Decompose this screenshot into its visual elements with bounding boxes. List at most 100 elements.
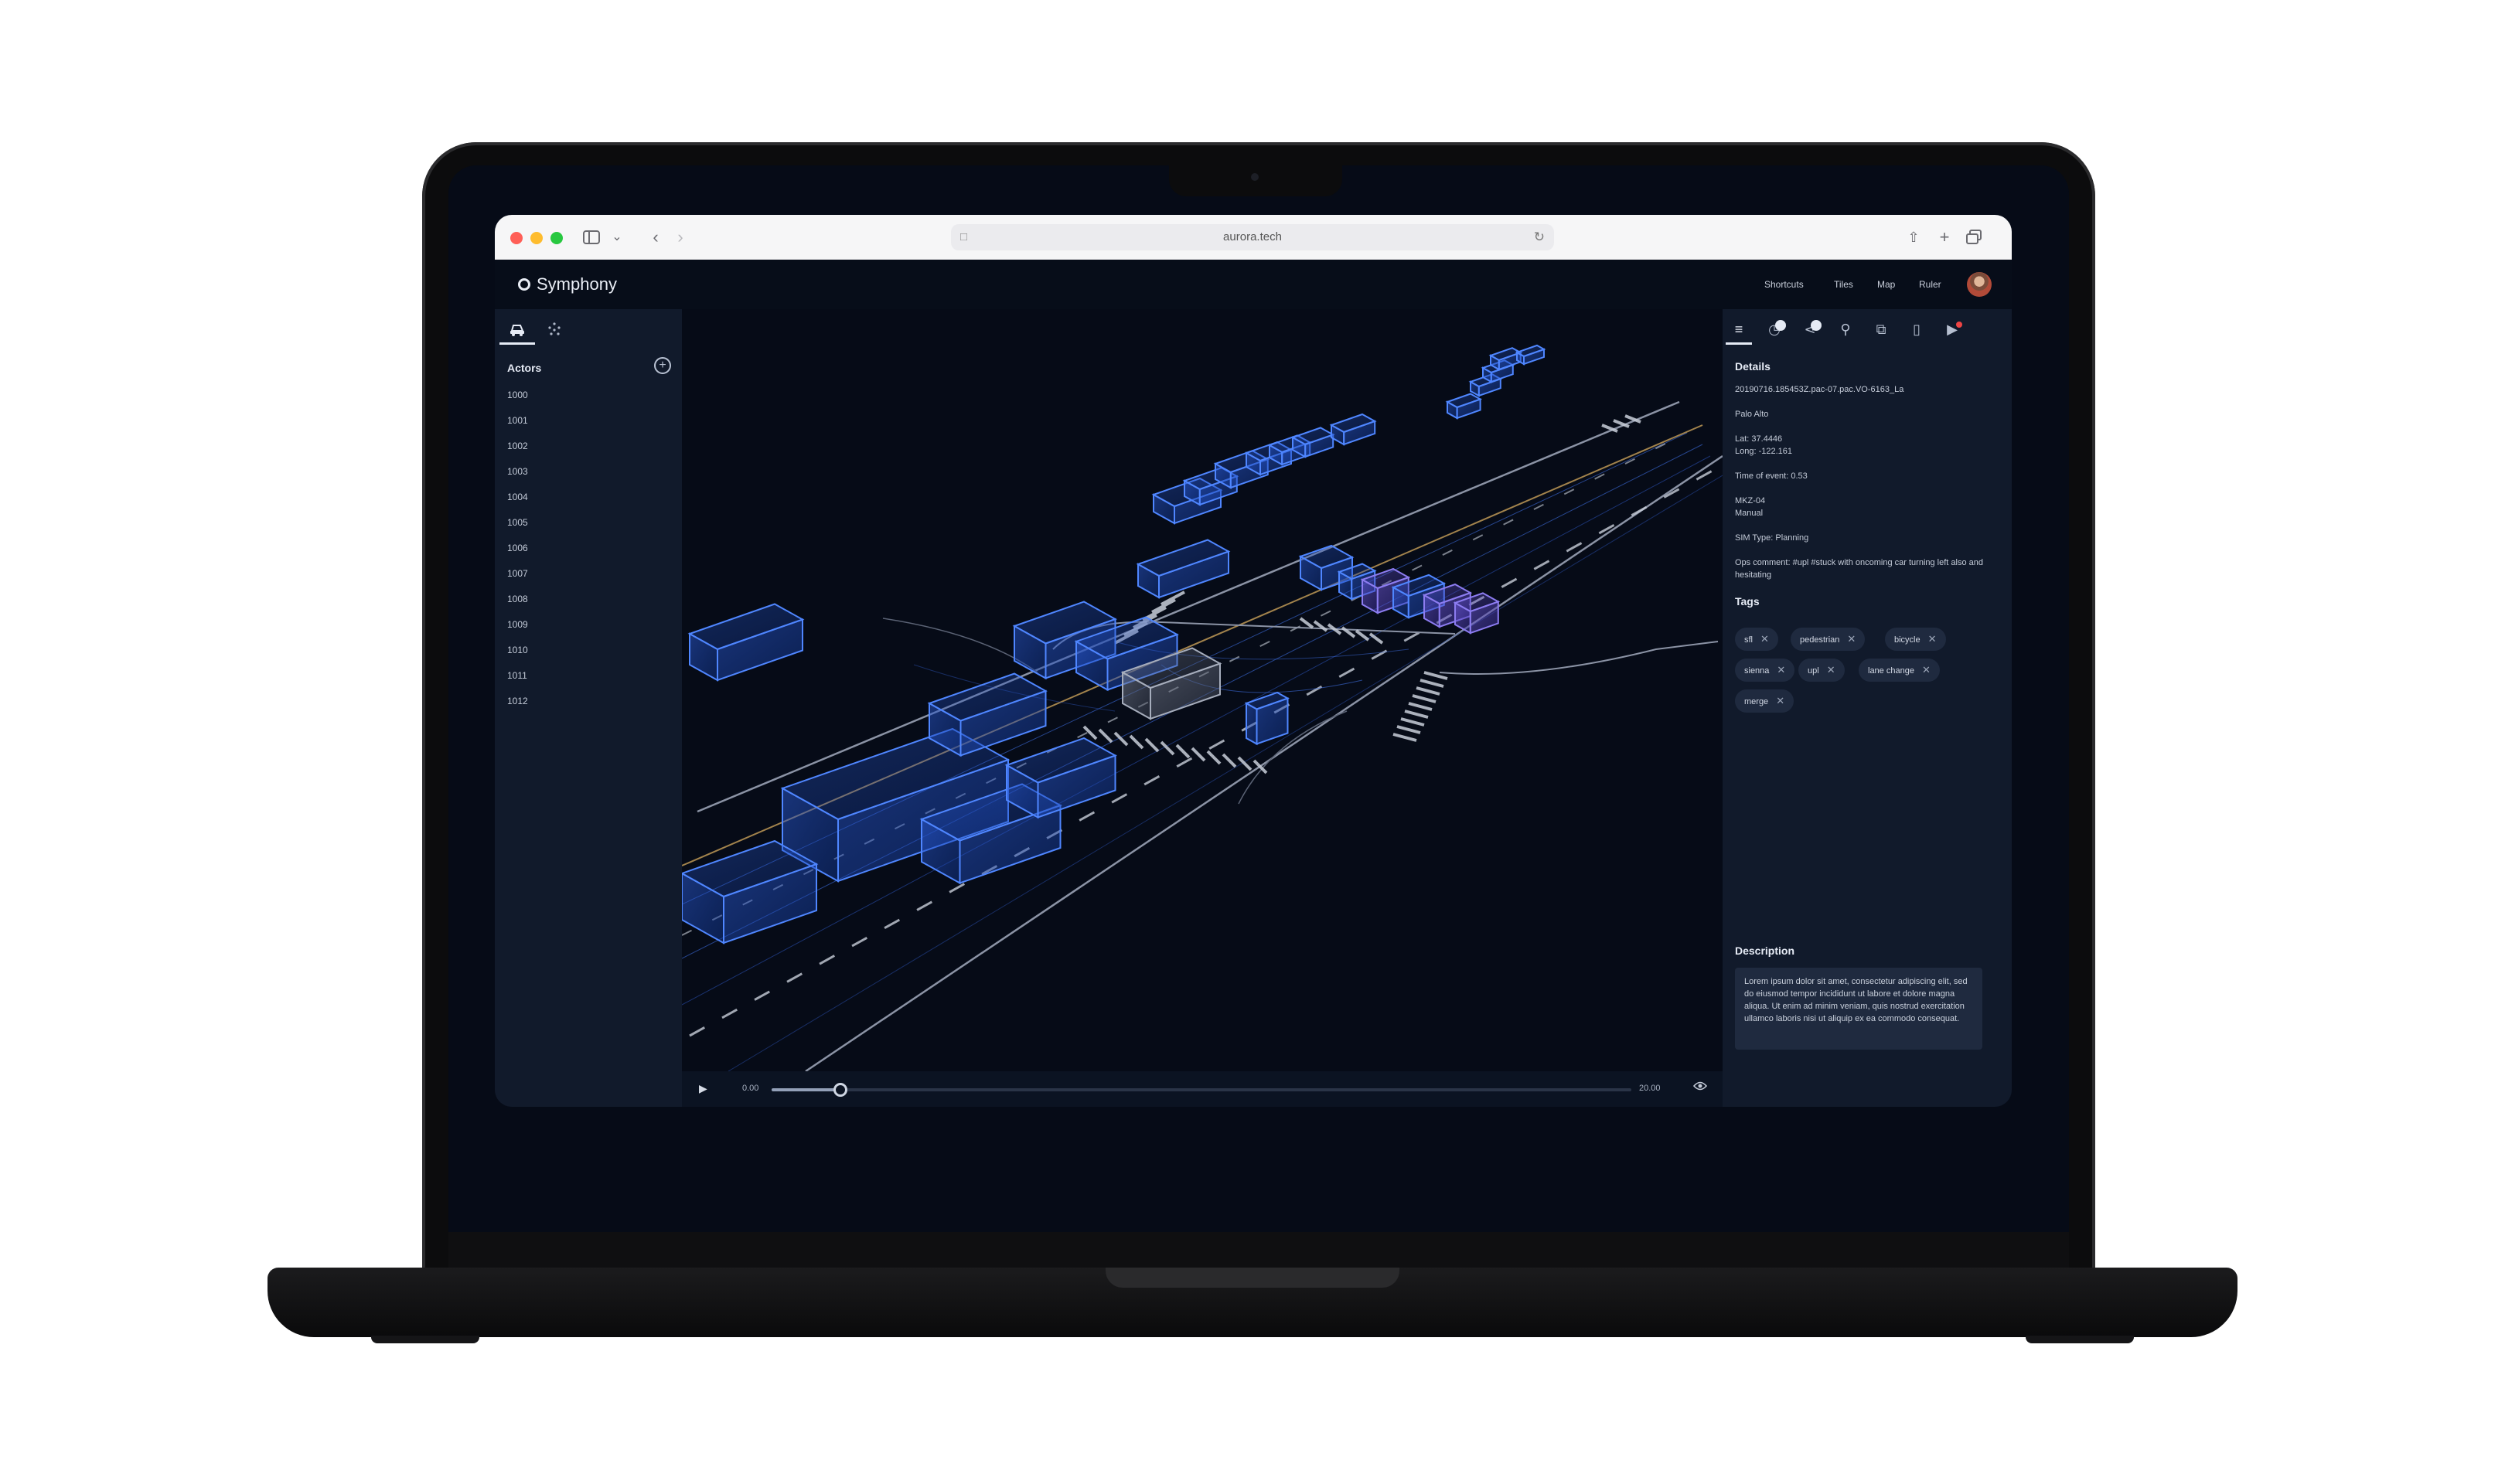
play-circle-icon[interactable]: ▶ [1939, 315, 1965, 345]
scene-viewport[interactable] [682, 309, 1723, 1071]
url-text: aurora.tech [1223, 230, 1282, 243]
event-location: Palo Alto [1735, 410, 1769, 419]
actor-bounding-box[interactable] [927, 672, 1048, 757]
tag-label: lane change [1868, 666, 1914, 676]
play-icon[interactable]: ▶ [699, 1082, 707, 1095]
actor-bounding-box[interactable] [687, 603, 805, 682]
actor-item[interactable]: 1010 [507, 645, 528, 655]
nav-tiles[interactable]: Tiles [1834, 277, 1853, 292]
tag-chip[interactable]: merge ✕ [1735, 689, 1794, 713]
actor-bounding-box[interactable] [1488, 347, 1523, 371]
actor-bounding-box[interactable] [1445, 393, 1483, 420]
chevron-down-icon[interactable]: ⌄ [608, 226, 626, 249]
laptop-base-notch [1106, 1268, 1399, 1288]
tag-label: bicycle [1894, 635, 1920, 645]
event-id: 20190716.185453Z.pac-07.pac.VO-6163_La [1735, 385, 1904, 394]
actor-item[interactable]: 1003 [507, 466, 528, 477]
actor-bounding-box[interactable] [1004, 737, 1117, 819]
pin-icon[interactable]: ⚲ [1832, 315, 1859, 345]
back-icon[interactable]: ‹ [646, 226, 665, 249]
timeline-end: 20.00 [1639, 1084, 1661, 1093]
app-header: Symphony Shortcuts Tiles Map Ruler [495, 260, 2012, 309]
event-lat: Lat: 37.4446 [1735, 434, 1783, 444]
event-vehicle: MKZ-04 [1735, 496, 1766, 505]
actor-item[interactable]: 1011 [507, 670, 527, 681]
fullscreen-window-button[interactable] [550, 232, 563, 244]
event-long: Long: -122.161 [1735, 447, 1793, 456]
alert-dot [1956, 322, 1962, 328]
tab-overview-icon[interactable] [1964, 226, 1984, 249]
actor-bounding-box[interactable] [1329, 413, 1377, 446]
address-bar[interactable]: □ aurora.tech ↻ [951, 224, 1554, 250]
list-icon[interactable]: ≡ [1726, 315, 1752, 345]
add-actor-button[interactable]: + [654, 357, 671, 374]
actors-panel: Actors + 1000 1001 1002 1003 1004 1005 1006 100… [495, 309, 682, 1107]
scene-canvas[interactable] [682, 309, 1723, 1071]
actor-item[interactable]: 1005 [507, 517, 528, 528]
details-title: Details [1735, 360, 1771, 373]
tag-chip[interactable]: sfl ✕ [1735, 628, 1778, 651]
actor-item[interactable]: 1001 [507, 415, 528, 426]
nav-ruler[interactable]: Ruler [1919, 277, 1941, 292]
actor-item[interactable]: 1006 [507, 543, 528, 553]
browser-window: ⌄ ‹ › □ aurora.tech ↻ ⇧ + Symphony Short… [495, 215, 2012, 1107]
share-icon[interactable]: ⇧ [1903, 226, 1924, 249]
timeline-handle[interactable] [833, 1083, 847, 1097]
tag-label: pedestrian [1800, 635, 1840, 645]
actor-item[interactable]: 1004 [507, 492, 528, 502]
description-title: Description [1735, 945, 1795, 957]
tag-label: merge [1744, 697, 1769, 706]
laptop-foot-left [371, 1336, 479, 1343]
remove-tag-icon[interactable]: ✕ [1922, 664, 1931, 676]
actor-bounding-box[interactable] [1515, 344, 1546, 366]
layers-icon[interactable]: ⧉ [1868, 315, 1894, 345]
tab-vehicles[interactable] [499, 315, 535, 345]
actor-bounding-box[interactable] [1136, 539, 1231, 599]
share-nodes-icon[interactable]: ⋖ [1797, 315, 1823, 345]
timeline-bar: ▶ 0.00 20.00 [682, 1071, 1723, 1107]
timer-icon[interactable]: ◷ [1761, 315, 1788, 345]
actor-item[interactable]: 1009 [507, 619, 528, 630]
actor-item[interactable]: 1008 [507, 594, 528, 604]
tag-chip[interactable]: upl ✕ [1798, 659, 1845, 682]
sidebar-toggle-icon[interactable] [580, 226, 603, 249]
tag-chip[interactable]: bicycle ✕ [1885, 628, 1946, 651]
event-sim-type: SIM Type: Planning [1735, 533, 1809, 543]
actor-item[interactable]: 1007 [507, 568, 528, 579]
forward-icon[interactable]: › [671, 226, 690, 249]
tag-chip[interactable]: pedestrian ✕ [1791, 628, 1866, 651]
browser-toolbar: ⌄ ‹ › □ aurora.tech ↻ ⇧ + [495, 215, 2012, 260]
remove-tag-icon[interactable]: ✕ [1777, 664, 1785, 676]
brand-logo[interactable]: Symphony [518, 271, 617, 298]
tags-title: Tags [1735, 595, 1760, 608]
reload-icon[interactable]: ↻ [1534, 224, 1545, 250]
remove-tag-icon[interactable]: ✕ [1760, 633, 1769, 645]
eye-icon[interactable] [1692, 1081, 1708, 1094]
tag-chip[interactable]: lane change ✕ [1859, 659, 1940, 682]
camera-icon [1251, 173, 1259, 181]
close-window-button[interactable] [510, 232, 523, 244]
tag-chip[interactable]: sienna ✕ [1735, 659, 1795, 682]
actor-item[interactable]: 1000 [507, 390, 528, 400]
minimize-window-button[interactable] [530, 232, 543, 244]
nav-map[interactable]: Map [1877, 277, 1895, 292]
timeline-scrubber[interactable] [772, 1083, 1631, 1097]
description-textarea[interactable]: Lorem ipsum dolor sit amet, consectetur … [1735, 968, 1982, 1050]
remove-tag-icon[interactable]: ✕ [1928, 633, 1937, 645]
details-panel: ≡ ◷ ⋖ ⚲ ⧉ ▯ ▶ Details 20190716.185453Z.p… [1723, 309, 2012, 1107]
share-badge [1811, 320, 1822, 331]
actor-bounding-box[interactable] [1290, 427, 1335, 458]
remove-tag-icon[interactable]: ✕ [1776, 695, 1784, 706]
symphony-logo-icon [518, 278, 530, 291]
remove-tag-icon[interactable]: ✕ [1847, 633, 1856, 645]
remove-tag-icon[interactable]: ✕ [1827, 664, 1835, 676]
new-tab-icon[interactable]: + [1934, 226, 1955, 249]
brand-name: Symphony [537, 274, 617, 294]
actor-boxes [682, 344, 1546, 945]
nav-shortcuts[interactable]: Shortcuts [1764, 277, 1804, 292]
user-avatar[interactable] [1967, 272, 1992, 297]
tab-points[interactable] [537, 315, 572, 345]
actor-item[interactable]: 1002 [507, 441, 528, 451]
actor-item[interactable]: 1012 [507, 696, 528, 706]
battery-icon[interactable]: ▯ [1903, 315, 1930, 345]
